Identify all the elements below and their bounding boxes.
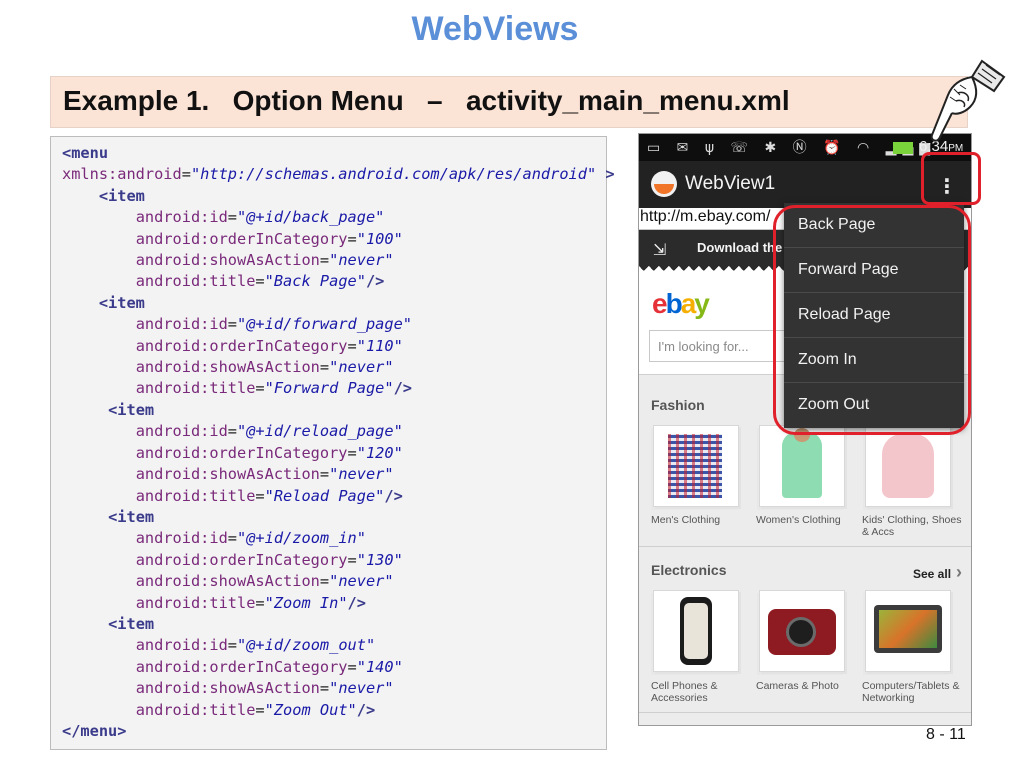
code-item-open: <item (108, 400, 155, 419)
code-item-order: "120" (356, 443, 403, 462)
phone-case-image (680, 597, 712, 665)
see-all-link[interactable]: See all (913, 562, 962, 583)
code-item-show: "never" (329, 358, 394, 377)
dress-image (882, 434, 934, 498)
product-tile-cameras[interactable] (759, 590, 845, 672)
product-tile-computers[interactable] (865, 590, 951, 672)
download-icon: ⇲ (653, 240, 667, 259)
code-item-order: "140" (356, 657, 403, 676)
code-xmlns-value: "http://schemas.android.com/apk/res/andr… (190, 165, 597, 184)
ebay-logo[interactable]: ebay (652, 288, 710, 320)
download-text: Download the (697, 240, 783, 255)
camera-image (768, 609, 836, 655)
category-caption[interactable]: Women's Clothing (756, 514, 860, 526)
category-caption[interactable]: Kids' Clothing, Shoes & Accs (862, 514, 966, 538)
slide-number: 8 - 11 (926, 726, 966, 743)
product-tile-womens-clothing[interactable] (759, 425, 845, 507)
code-item-show: "never" (329, 465, 394, 484)
code-item-show: "never" (329, 251, 394, 270)
category-caption[interactable]: Men's Clothing (651, 514, 755, 526)
code-menu-close: </menu> (62, 721, 127, 740)
electronics-section-title: Electronics (651, 562, 727, 578)
category-caption[interactable]: Computers/Tablets & Networking (862, 680, 966, 704)
code-item-show: "never" (329, 572, 394, 591)
code-item-title: "Forward Page" (264, 379, 394, 398)
xml-code-panel: <menu xmlns:android="http://schemas.andr… (50, 136, 615, 750)
fashion-section-title: Fashion (651, 397, 705, 413)
code-xmlns-attr: xmlns:android (62, 165, 182, 184)
app-title: WebView1 (685, 173, 776, 194)
code-item-open: <item (108, 507, 155, 526)
product-tile-kids-clothing[interactable] (865, 425, 951, 507)
menu-highlight-outline (773, 205, 971, 435)
code-item-order: "100" (356, 229, 403, 248)
divider (639, 546, 971, 547)
code-item-id: "@+id/zoom_out" (237, 636, 376, 655)
tablet-image (874, 605, 942, 653)
code-item-open: <item (98, 186, 145, 205)
app-logo-icon (651, 171, 677, 197)
category-caption[interactable]: Cell Phones & Accessories (651, 680, 755, 704)
code-item-id: "@+id/back_page" (237, 208, 385, 227)
slide-title: WebViews (411, 10, 579, 48)
overflow-button-highlight-outline (921, 152, 981, 205)
code-item-show: "never" (329, 679, 394, 698)
code-item-id: "@+id/reload_page" (237, 422, 403, 441)
code-item-title: "Zoom Out" (264, 700, 357, 719)
code-menu-open: <menu (62, 144, 109, 162)
code-item-order: "110" (356, 336, 403, 355)
example-heading: Example 1. Option Menu – activity_main_m… (63, 85, 790, 116)
url-text: http://m.ebay.com/ (640, 208, 771, 225)
product-tile-mens-clothing[interactable] (653, 425, 739, 507)
xml-code: <menu xmlns:android="http://schemas.andr… (62, 144, 615, 740)
pointing-hand-icon (930, 59, 1006, 142)
divider (639, 712, 971, 713)
code-item-title: "Zoom In" (264, 593, 348, 612)
code-item-order: "130" (356, 550, 403, 569)
product-tile-cell-phones[interactable] (653, 590, 739, 672)
blouse-image (782, 428, 822, 498)
code-item-id: "@+id/forward_page" (237, 315, 412, 334)
example-heading-banner: Example 1. Option Menu – activity_main_m… (50, 76, 968, 128)
battery-icon (893, 142, 913, 154)
shirt-image (668, 434, 722, 498)
category-caption[interactable]: Cameras & Photo (756, 680, 860, 692)
code-item-id: "@+id/zoom_in" (237, 529, 366, 548)
code-item-title: "Back Page" (264, 272, 366, 291)
code-item-open: <item (108, 614, 155, 633)
code-item-open: <item (98, 293, 145, 312)
code-item-title: "Reload Page" (264, 486, 385, 505)
